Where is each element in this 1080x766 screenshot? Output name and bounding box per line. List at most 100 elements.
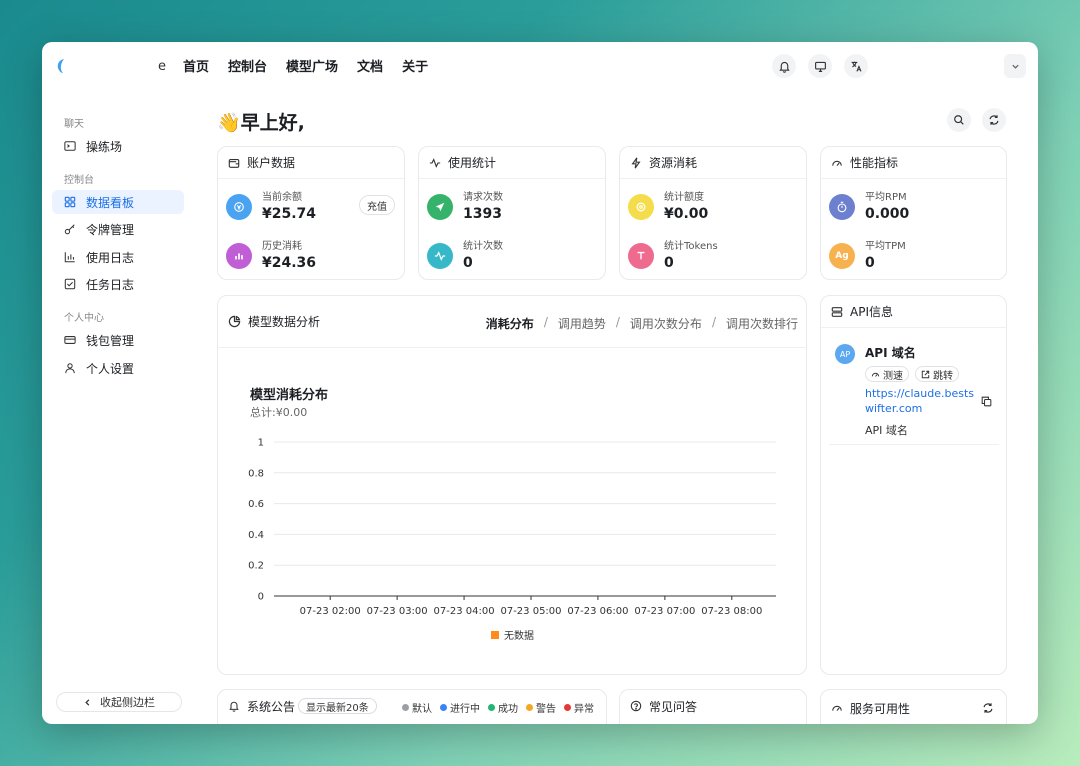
rpm-value: 0.000 (865, 206, 910, 222)
tpm-label: 平均TPM (865, 241, 906, 252)
tpm-stat: Ag 平均TPM 0 (829, 240, 906, 272)
gauge-icon (832, 160, 842, 166)
refresh-button[interactable] (982, 108, 1006, 132)
performance-card-title: 性能指标 (850, 156, 899, 170)
checkbox-icon (64, 278, 76, 290)
requests-value: 1393 (463, 206, 502, 222)
copy-icon[interactable] (981, 396, 992, 407)
theme-button[interactable] (808, 54, 832, 78)
account-card-header: 账户数据 (218, 147, 404, 179)
monitor-icon (814, 61, 826, 72)
rpm-stat: 平均RPM 0.000 (829, 191, 909, 223)
recharge-button[interactable]: 充值 (359, 195, 395, 215)
app-window: e 首页 控制台 模型广场 文档 关于 聊天 操练场 控制台 数据看板 令牌管理… (42, 42, 1038, 724)
sidebar-item-settings[interactable]: 个人设置 (52, 356, 184, 380)
gauge-icon (871, 372, 880, 377)
tokens-label: 统计Tokens (664, 241, 718, 252)
sidebar-item-label: 令牌管理 (86, 222, 135, 237)
nav-about[interactable]: 关于 (402, 56, 428, 75)
balance-label: 当前余额 (262, 192, 302, 203)
api-info-title: API信息 (850, 305, 893, 319)
sidebar-item-playground[interactable]: 操练场 (52, 134, 184, 158)
api-info-header: API信息 (821, 296, 1006, 328)
refresh-icon (989, 115, 999, 125)
speed-test-button[interactable]: 测速 (865, 366, 909, 382)
text-icon (628, 243, 654, 269)
quota-label: 统计额度 (664, 192, 704, 203)
tab-call-count-distribution[interactable]: 调用次数分布 (630, 315, 702, 332)
api-url-link[interactable]: https://claude.bestswifter.com (865, 386, 981, 416)
y-tick-label: 0.2 (248, 561, 264, 572)
availability-header: 服务可用性 (821, 692, 1006, 724)
usage-card-title: 使用统计 (448, 156, 497, 170)
terminal-icon (64, 141, 76, 151)
sidebar-item-wallet[interactable]: 钱包管理 (52, 328, 184, 352)
top-bar: e 首页 控制台 模型广场 文档 关于 (42, 42, 1038, 90)
y-tick-label: 0.8 (248, 468, 264, 479)
x-tick-label: 07-23 02:00 (300, 606, 361, 617)
chevron-down-icon (1011, 64, 1019, 69)
language-button[interactable] (844, 54, 868, 78)
tab-call-count-ranking[interactable]: 调用次数排行 (726, 315, 798, 332)
site-name[interactable]: e (158, 59, 166, 74)
resource-card-header: 资源消耗 (620, 147, 806, 179)
tpm-value: 0 (865, 255, 875, 271)
tab-call-trend[interactable]: 调用趋势 (558, 315, 606, 332)
lightning-icon (631, 157, 641, 168)
stopwatch-icon (829, 194, 855, 220)
analysis-tabs: 消耗分布 / 调用趋势 / 调用次数分布 / 调用次数排行 (485, 315, 798, 332)
pie-chart-icon (228, 315, 241, 328)
notice-title: 系统公告 (247, 699, 296, 714)
nav-home[interactable]: 首页 (183, 56, 209, 75)
user-menu-button[interactable] (1004, 54, 1026, 78)
y-tick-label: 0 (258, 592, 264, 603)
collapse-sidebar-button[interactable]: 收起侧边栏 (56, 692, 182, 712)
sidebar-item-task-logs[interactable]: 任务日志 (52, 272, 184, 296)
notification-button[interactable] (772, 54, 796, 78)
pulse-icon (427, 243, 453, 269)
rpm-label: 平均RPM (865, 192, 907, 203)
refresh-icon[interactable] (982, 702, 994, 714)
history-stat: 历史消耗 ¥24.36 (226, 240, 316, 272)
x-tick-label: 07-23 04:00 (434, 606, 495, 617)
tab-consumption-distribution[interactable]: 消耗分布 (486, 315, 534, 332)
jump-button[interactable]: 跳转 (915, 366, 959, 382)
logo-icon[interactable] (56, 58, 70, 74)
nav-model-market[interactable]: 模型广场 (286, 56, 338, 75)
key-icon (64, 224, 75, 235)
faq-title: 常见问答 (649, 699, 698, 714)
stat-count-stat: 统计次数 0 (427, 240, 503, 272)
top-nav: 首页 控制台 模型广场 文档 关于 (183, 56, 428, 75)
nav-console[interactable]: 控制台 (228, 56, 267, 75)
notice-legend: 默认 进行中 成功 警告 异常 (402, 700, 594, 715)
external-link-icon (921, 370, 930, 378)
x-tick-label: 07-23 08:00 (701, 606, 762, 617)
x-tick-label: 07-23 06:00 (567, 606, 628, 617)
requests-stat: 请求次数 1393 (427, 191, 503, 223)
sidebar-item-tokens[interactable]: 令牌管理 (52, 217, 184, 241)
tokens-stat: 统计Tokens 0 (628, 240, 718, 272)
x-tick-label: 07-23 03:00 (367, 606, 428, 617)
sidebar-section-personal: 个人中心 (64, 313, 104, 324)
analysis-card-title: 模型数据分析 (248, 315, 321, 329)
sidebar-item-dashboard[interactable]: 数据看板 (52, 190, 184, 214)
y-tick-label: 0.4 (248, 530, 264, 541)
legend-error: 异常 (564, 700, 594, 715)
sidebar-item-label: 使用日志 (86, 250, 135, 265)
latest-20-pill[interactable]: 显示最新20条 (298, 698, 377, 714)
chart-icon (226, 243, 252, 269)
quota-value: ¥0.00 (664, 206, 709, 222)
notice-card: 系统公告 显示最新20条 默认 进行中 成功 警告 异常 (217, 689, 607, 724)
search-button[interactable] (947, 108, 971, 132)
legend-label: 无数据 (504, 629, 534, 642)
api-avatar: AP (835, 344, 855, 364)
dashboard-grid-icon (64, 196, 76, 208)
x-tick-label: 07-23 05:00 (500, 606, 561, 617)
wallet-icon (228, 158, 240, 168)
resource-card-title: 资源消耗 (649, 156, 698, 170)
history-label: 历史消耗 (262, 241, 302, 252)
legend-in-progress: 进行中 (440, 700, 480, 715)
requests-label: 请求次数 (463, 192, 503, 203)
sidebar-item-usage-logs[interactable]: 使用日志 (52, 245, 184, 269)
nav-docs[interactable]: 文档 (357, 56, 383, 75)
